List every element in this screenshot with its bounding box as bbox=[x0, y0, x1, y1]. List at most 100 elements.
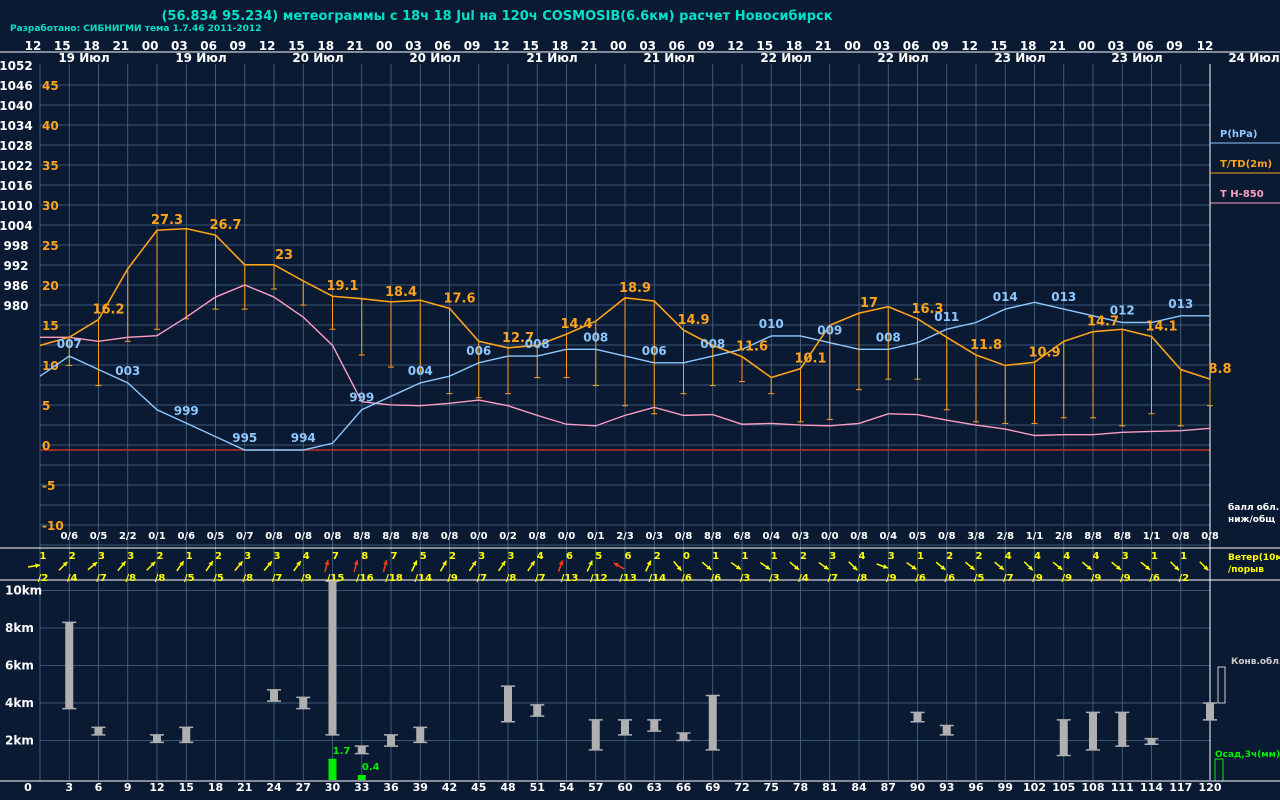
temp-data-label: 8.8 bbox=[1208, 362, 1231, 377]
precip-value-label: 0.4 bbox=[362, 762, 380, 773]
conv-cloud-bar bbox=[94, 727, 103, 735]
temp-tick: 30 bbox=[42, 199, 59, 213]
cloud-cover-label: 0/1 bbox=[587, 531, 605, 542]
forecast-hour-label: 21 bbox=[237, 781, 252, 794]
wind-speed-label: 1 bbox=[1151, 551, 1158, 562]
conv-cloud-bar bbox=[153, 734, 161, 743]
temp-data-label: 18.9 bbox=[619, 281, 651, 296]
pressure-tick: 980 bbox=[3, 299, 28, 313]
pressure-tick: 1016 bbox=[0, 179, 33, 193]
wind-speed-label: 1 bbox=[186, 551, 193, 562]
conv-cloud-bar bbox=[942, 725, 951, 735]
wind-speed-label: 3 bbox=[127, 551, 134, 562]
temp-tick: 20 bbox=[42, 279, 59, 293]
legend-wind-label: Ветер(10м) bbox=[1228, 553, 1280, 563]
temp-data-label: 10.9 bbox=[1028, 345, 1060, 360]
temp-tick: 45 bbox=[42, 79, 59, 93]
temp-data-label: 26.7 bbox=[209, 218, 241, 233]
forecast-hour-label: 39 bbox=[413, 781, 428, 794]
temp-tick: 15 bbox=[42, 319, 59, 333]
wind-gust-label: /12 bbox=[590, 573, 608, 584]
cloud-cover-label: 0/2 bbox=[499, 531, 517, 542]
forecast-hour-label: 45 bbox=[471, 781, 486, 794]
conv-cloud-bar bbox=[533, 704, 542, 717]
forecast-hour-label: 90 bbox=[910, 781, 926, 794]
time-hour-label: 21 bbox=[112, 39, 129, 53]
conv-cloud-bar bbox=[270, 689, 278, 702]
pressure-data-label: 008 bbox=[700, 337, 725, 351]
wind-gust-label: /7 bbox=[535, 573, 546, 584]
wind-speed-label: 1 bbox=[1180, 551, 1187, 562]
wind-gust-label: /7 bbox=[476, 573, 487, 584]
time-hour-label: 12 bbox=[727, 39, 744, 53]
legend-precip-swatch bbox=[1214, 758, 1224, 782]
temp-data-label: 19.1 bbox=[326, 279, 358, 294]
pressure-tick: 1028 bbox=[0, 139, 33, 153]
conv-cloud-bar bbox=[679, 733, 688, 741]
date-label: 24 Июл bbox=[1228, 51, 1279, 65]
wind-speed-label: 2 bbox=[946, 551, 953, 562]
forecast-hour-label: 12 bbox=[149, 781, 164, 794]
conv-cloud-bar bbox=[387, 734, 395, 747]
wind-speed-label: 2 bbox=[157, 551, 164, 562]
pressure-data-label: 994 bbox=[291, 431, 316, 445]
temp-data-label: 17.6 bbox=[443, 291, 475, 306]
pressure-tick: 986 bbox=[3, 279, 28, 293]
time-hour-label: 00 bbox=[376, 39, 393, 53]
precip-bar bbox=[357, 775, 366, 780]
forecast-hour-label: 18 bbox=[208, 781, 223, 794]
wind-speed-label: 3 bbox=[274, 551, 281, 562]
forecast-hour-label: 105 bbox=[1052, 781, 1075, 794]
conv-cloud-bar bbox=[1118, 712, 1127, 747]
date-label: 21 Июл bbox=[643, 51, 694, 65]
temp-data-label: 27.3 bbox=[151, 213, 183, 228]
wind-gust-label: /6 bbox=[915, 573, 926, 584]
pressure-data-label: 013 bbox=[1051, 290, 1076, 304]
credit-text: Разработано: СИБНИГМИ тема 1.7.46 2011-2… bbox=[10, 23, 261, 34]
pressure-data-label: 013 bbox=[1168, 297, 1193, 311]
wind-gust-label: /2 bbox=[1178, 573, 1189, 584]
pressure-data-label: 999 bbox=[349, 391, 374, 405]
wind-speed-label: 6 bbox=[625, 551, 632, 562]
pressure-data-label: 010 bbox=[759, 317, 784, 331]
cloud-cover-label: 8/8 bbox=[1084, 531, 1102, 542]
conv-cloud-bar bbox=[1206, 703, 1214, 720]
cloud-cover-label: 0/4 bbox=[762, 531, 780, 542]
wind-speed-label: 1 bbox=[40, 551, 47, 562]
pressure-tick: 1034 bbox=[0, 119, 33, 133]
wind-gust-label: /8 bbox=[506, 573, 517, 584]
wind-gust-label: /2 bbox=[38, 573, 49, 584]
cloud-cover-label: 0/8 bbox=[1172, 531, 1190, 542]
wind-speed-label: 2 bbox=[215, 551, 222, 562]
conv-cloud-bar bbox=[1059, 719, 1068, 756]
time-hour-label: 21 bbox=[815, 39, 832, 53]
forecast-hour-label: 15 bbox=[179, 781, 194, 794]
legend-wind-label: /порыв bbox=[1228, 565, 1264, 575]
wind-gust-label: /16 bbox=[356, 573, 374, 584]
forecast-hour-label: 42 bbox=[442, 781, 457, 794]
forecast-hour-label: 102 bbox=[1023, 781, 1046, 794]
pressure-tick: 1052 bbox=[0, 59, 33, 73]
wind-gust-label: /9 bbox=[1032, 573, 1043, 584]
cloud-cover-label: 0/6 bbox=[60, 531, 78, 542]
forecast-hour-label: 69 bbox=[705, 781, 720, 794]
pressure-tick: 1004 bbox=[0, 219, 33, 233]
temp-data-label: 10.1 bbox=[794, 352, 826, 367]
forecast-hour-label: 81 bbox=[822, 781, 837, 794]
temp-data-label: 14.1 bbox=[1145, 319, 1177, 334]
cloud-cover-label: 2/8 bbox=[1055, 531, 1073, 542]
conv-cloud-bar bbox=[1147, 738, 1156, 745]
wind-gust-label: /7 bbox=[827, 573, 838, 584]
forecast-hour-label: 36 bbox=[383, 781, 399, 794]
wind-gust-label: /14 bbox=[414, 573, 432, 584]
date-label: 21 Июл bbox=[526, 51, 577, 65]
cloud-cover-label: 0/0 bbox=[821, 531, 839, 542]
pressure-data-label: 009 bbox=[817, 324, 842, 338]
wind-speed-label: 1 bbox=[917, 551, 924, 562]
cloud-cover-label: 2/8 bbox=[996, 531, 1014, 542]
wind-speed-label: 4 bbox=[1063, 551, 1070, 562]
wind-speed-label: 3 bbox=[1122, 551, 1129, 562]
precip-bar bbox=[328, 758, 337, 780]
forecast-hour-label: 24 bbox=[266, 781, 282, 794]
forecast-hour-label: 60 bbox=[617, 781, 633, 794]
